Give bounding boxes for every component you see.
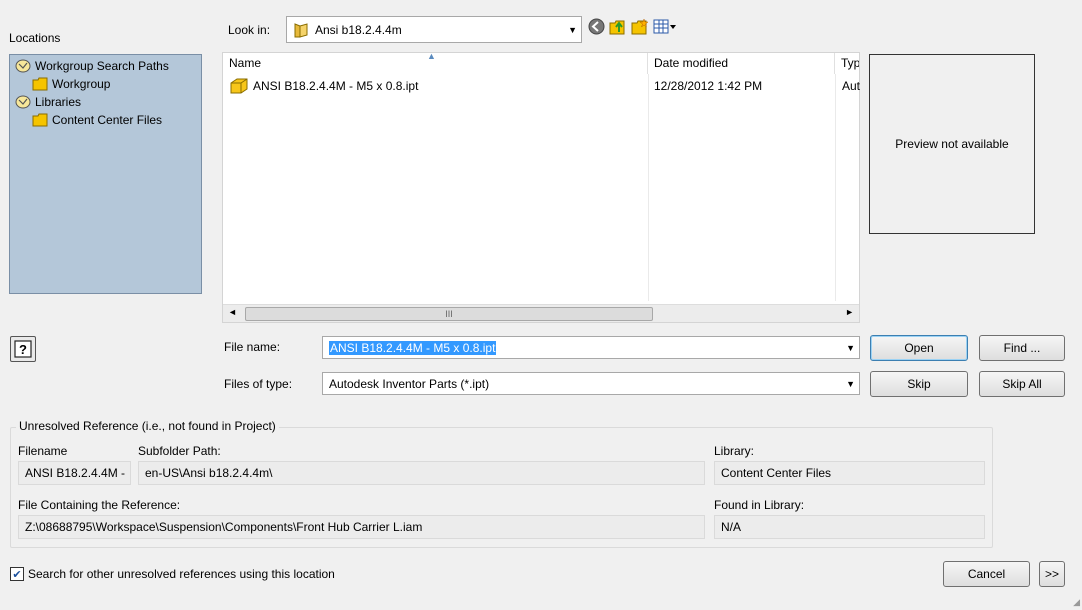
column-header-date-modified[interactable]: Date modified	[648, 53, 835, 74]
file-containing-reference-label: File Containing the Reference:	[18, 498, 181, 512]
filename-label: Filename	[18, 444, 68, 458]
back-icon[interactable]	[588, 18, 605, 35]
look-in-dropdown[interactable]: Ansi b18.2.4.4m ▼	[286, 16, 582, 43]
help-button[interactable]: ?	[10, 336, 36, 362]
preview-pane: Preview not available	[869, 54, 1035, 234]
column-divider	[648, 74, 649, 301]
open-button[interactable]: Open	[870, 335, 968, 361]
file-name-cell: ANSI B18.2.4.4M - M5 x 0.8.ipt	[253, 79, 419, 93]
location-item-label: Libraries	[35, 95, 82, 109]
location-item-workgroup[interactable]: Workgroup	[32, 75, 110, 93]
locations-title: Locations	[9, 31, 61, 45]
up-folder-icon[interactable]	[609, 18, 627, 35]
svg-text:?: ?	[19, 342, 27, 357]
library-label: Library:	[714, 444, 755, 458]
scrollbar-thumb[interactable]: III	[245, 307, 653, 321]
help-icon: ?	[14, 340, 32, 358]
files-of-type-dropdown[interactable]: Autodesk Inventor Parts (*.ipt) ▼	[322, 372, 860, 395]
skip-all-button[interactable]: Skip All	[979, 371, 1065, 397]
checkmark-icon: ✔	[12, 568, 22, 581]
file-list[interactable]: Name ▲ Date modified Typ ANSI B18.2.4.4M…	[222, 51, 861, 323]
part-file-icon	[230, 78, 248, 94]
file-containing-reference-field: Z:\08688795\Workspace\Suspension\Compone…	[18, 515, 705, 539]
chevron-down-icon[interactable]: ▼	[846, 379, 855, 389]
file-row[interactable]: ANSI B18.2.4.4M - M5 x 0.8.ipt 12/28/201…	[229, 77, 861, 95]
folder-open-icon	[294, 22, 308, 38]
cancel-button[interactable]: Cancel	[943, 561, 1030, 587]
chevron-down-icon[interactable]: ▼	[568, 25, 577, 35]
find-button[interactable]: Find ...	[979, 335, 1065, 361]
filename-field: ANSI B18.2.4.4M -	[18, 461, 131, 485]
files-of-type-label: Files of type:	[224, 377, 293, 391]
navigation-toolbar	[588, 18, 677, 35]
resize-grip-icon[interactable]: ◢	[1073, 597, 1080, 608]
horizontal-scrollbar[interactable]: ◄ III ►	[223, 304, 859, 322]
folder-icon	[32, 77, 48, 91]
file-type-cell: Aut	[842, 79, 861, 93]
location-item-content-center-files[interactable]: Content Center Files	[32, 111, 162, 129]
scroll-right-icon[interactable]: ►	[845, 307, 854, 317]
library-field: Content Center Files	[714, 461, 985, 485]
file-date-cell: 12/28/2012 1:42 PM	[654, 79, 763, 93]
unresolved-reference-title: Unresolved Reference (i.e., not found in…	[16, 419, 279, 433]
file-name-input[interactable]: ANSI B18.2.4.4M - M5 x 0.8.ipt ▼	[322, 336, 860, 359]
chevron-down-icon[interactable]: ▼	[846, 343, 855, 353]
subfolder-path-field: en-US\Ansi b18.2.4.4m\	[138, 461, 705, 485]
search-other-references-checkbox[interactable]: ✔	[10, 567, 24, 581]
column-divider	[835, 74, 836, 301]
file-name-value: ANSI B18.2.4.4M - M5 x 0.8.ipt	[329, 340, 497, 355]
library-icon	[15, 95, 31, 109]
new-folder-icon[interactable]	[631, 18, 649, 35]
search-other-references-label[interactable]: Search for other unresolved references u…	[28, 567, 335, 581]
found-in-library-field: N/A	[714, 515, 985, 539]
search-paths-icon	[15, 59, 31, 73]
look-in-value: Ansi b18.2.4.4m	[315, 22, 402, 37]
folder-icon	[32, 113, 48, 127]
found-in-library-label: Found in Library:	[714, 498, 805, 512]
location-item-label: Content Center Files	[52, 113, 163, 127]
preview-text: Preview not available	[895, 137, 1009, 151]
locations-panel[interactable]: Workgroup Search Paths Workgroup Librari…	[9, 54, 202, 294]
location-item-label: Workgroup Search Paths	[35, 59, 169, 73]
location-item-label: Workgroup	[52, 77, 111, 91]
view-menu-icon[interactable]	[653, 18, 677, 35]
file-name-label: File name:	[224, 340, 281, 354]
subfolder-path-label: Subfolder Path:	[138, 444, 221, 458]
look-in-label: Look in:	[228, 23, 271, 37]
skip-button[interactable]: Skip	[870, 371, 968, 397]
files-of-type-value: Autodesk Inventor Parts (*.ipt)	[329, 376, 490, 391]
location-item-libraries[interactable]: Libraries	[14, 93, 81, 111]
expand-button[interactable]: >>	[1039, 561, 1065, 587]
column-header-type[interactable]: Typ	[835, 53, 859, 74]
scroll-left-icon[interactable]: ◄	[228, 307, 237, 317]
location-item-workgroup-search-paths[interactable]: Workgroup Search Paths	[14, 57, 169, 75]
column-header-name[interactable]: Name	[223, 53, 648, 74]
